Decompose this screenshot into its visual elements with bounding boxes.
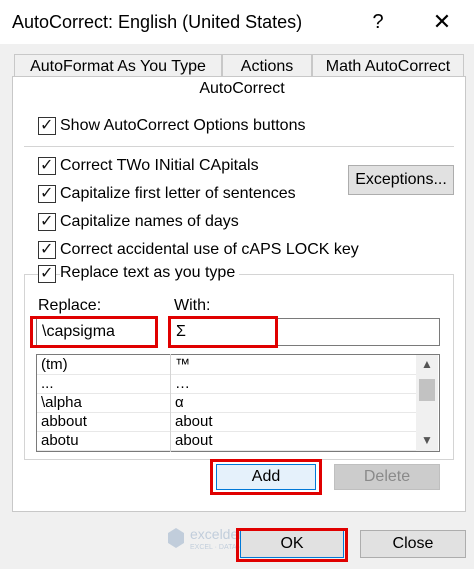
title-bar: AutoCorrect: English (United States) ? ✕ xyxy=(0,0,474,44)
replacement-list[interactable]: (tm) ™ ... … \alpha α abbout about abotu… xyxy=(36,354,440,452)
tab-autoformat[interactable]: AutoFormat As You Type xyxy=(14,54,222,78)
list-scrollbar[interactable]: ▲ ▼ xyxy=(416,355,438,451)
entry-replace: ... xyxy=(41,375,54,392)
replace-text-checkbox[interactable] xyxy=(38,263,56,283)
two-initial-caps-checkbox[interactable] xyxy=(38,155,56,175)
list-item[interactable]: \alpha α xyxy=(37,393,419,413)
capitalize-first-letter-label: Capitalize first letter of sentences xyxy=(60,185,296,202)
entry-with: about xyxy=(175,432,213,449)
watermark-hex xyxy=(168,528,184,548)
scroll-thumb[interactable] xyxy=(419,379,435,401)
entry-replace: (tm) xyxy=(41,356,68,373)
show-options-checkbox[interactable] xyxy=(38,115,56,135)
capitalize-days-checkbox[interactable] xyxy=(38,211,56,231)
help-button[interactable]: ? xyxy=(366,10,390,34)
entry-replace: abbout xyxy=(41,413,87,430)
show-options-label: Show AutoCorrect Options buttons xyxy=(60,117,306,134)
list-item[interactable]: abotu about xyxy=(37,431,419,451)
entry-replace: \alpha xyxy=(41,394,82,411)
ok-highlight xyxy=(236,528,348,562)
replace-text-label: Replace text as you type xyxy=(60,264,240,282)
list-item[interactable]: abbout about xyxy=(37,412,419,432)
close-icon[interactable]: ✕ xyxy=(428,8,456,36)
entry-with: about xyxy=(175,413,213,430)
capitalize-days-label: Capitalize names of days xyxy=(60,213,239,230)
entry-replace: abotu xyxy=(41,432,79,449)
with-label: With: xyxy=(174,297,211,314)
entry-with: … xyxy=(175,375,190,392)
column-divider xyxy=(170,354,171,452)
add-highlight xyxy=(210,459,322,495)
list-item[interactable]: ... … xyxy=(37,374,419,394)
window-title: AutoCorrect: English (United States) xyxy=(12,12,303,32)
tab-actions[interactable]: Actions xyxy=(222,54,312,78)
entry-with: α xyxy=(175,394,184,411)
list-item[interactable]: (tm) ™ xyxy=(37,355,419,375)
replace-highlight xyxy=(30,316,158,348)
separator xyxy=(24,146,454,147)
with-highlight xyxy=(168,316,278,348)
replace-label: Replace: xyxy=(38,297,102,314)
delete-button[interactable]: Delete xyxy=(334,464,440,490)
tab-math-autocorrect[interactable]: Math AutoCorrect xyxy=(312,54,464,78)
tab-autocorrect[interactable]: AutoCorrect xyxy=(194,78,290,100)
entry-with: ™ xyxy=(175,356,190,373)
caps-lock-checkbox[interactable] xyxy=(38,239,56,259)
caps-lock-label: Correct accidental use of cAPS LOCK key xyxy=(60,241,359,258)
two-initial-caps-label: Correct TWo INitial CApitals xyxy=(60,157,259,174)
capitalize-first-letter-checkbox[interactable] xyxy=(38,183,56,203)
scroll-up-icon[interactable]: ▲ xyxy=(416,355,438,373)
close-button[interactable]: Close xyxy=(360,530,466,558)
scroll-down-icon[interactable]: ▼ xyxy=(416,431,438,449)
exceptions-button[interactable]: Exceptions... xyxy=(348,165,454,195)
